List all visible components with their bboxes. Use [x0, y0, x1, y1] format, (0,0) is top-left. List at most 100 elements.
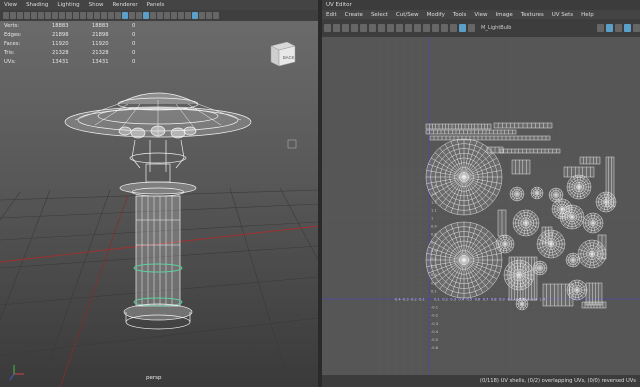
select-camera-icon[interactable] [3, 12, 9, 19]
camera-name-label: persp [146, 375, 162, 381]
gamma-icon[interactable] [185, 12, 191, 19]
uv-shells [425, 122, 617, 311]
texture-dropdown-icon[interactable] [468, 24, 475, 32]
uv-edge-icon[interactable] [351, 24, 358, 32]
hud-row-edges: Edges: 21898 21898 0 [4, 32, 136, 38]
uv-menu-edit[interactable]: Edit [326, 12, 337, 18]
dim-image-icon[interactable] [405, 24, 412, 32]
ambient-occlusion-icon[interactable] [150, 12, 156, 19]
uv-menu-modify[interactable]: Modify [427, 12, 445, 18]
exposure-icon[interactable] [178, 12, 184, 19]
uv-vertex-icon[interactable] [342, 24, 349, 32]
wireframe-icon[interactable] [80, 12, 86, 19]
uv-shell-disc [565, 252, 581, 268]
motion-blur-icon[interactable] [157, 12, 163, 19]
view-cube[interactable]: BACK [268, 40, 298, 68]
field-chart-icon[interactable] [59, 12, 65, 19]
xray-icon[interactable] [129, 12, 135, 19]
texture-toggle-icon[interactable] [459, 24, 466, 32]
uv-menu-create[interactable]: Create [345, 12, 363, 18]
hud-row-verts: Verts: 18883 18883 0 [4, 23, 136, 29]
uv-canvas[interactable]: 1.4 1.3 1.2 1.1 1 0.9 0.8 0.7 0.6 0.5 0.4 0.3 0.2 0.1… [322, 37, 640, 375]
camera-attributes-icon[interactable] [10, 12, 16, 19]
uv-shell-strip [579, 156, 601, 165]
uv-editor-panel: UV Editor Edit Create Select Cut/Sew Mod… [322, 0, 640, 387]
uv-layout[interactable]: 1.41.31.21.110.90.80.70.60.50.40.30.20.1… [322, 37, 640, 375]
gate-mask-icon[interactable] [52, 12, 58, 19]
uv-shell-icon[interactable] [333, 24, 340, 32]
uv-menu-select[interactable]: Select [371, 12, 388, 18]
uv-shell-disc [548, 187, 564, 203]
uv-shell-strip [541, 226, 553, 244]
image-plane-icon[interactable] [24, 12, 30, 19]
isolate-select-icon[interactable] [143, 12, 149, 19]
viewport-menu-renderer[interactable]: Renderer [112, 2, 137, 8]
uv-menu-tools[interactable]: Tools [453, 12, 467, 18]
uv-shell-strip [499, 148, 561, 154]
snapshot-icon[interactable] [432, 24, 439, 32]
rgb-channels-icon[interactable] [423, 24, 430, 32]
use-all-lights-icon[interactable] [108, 12, 114, 19]
uv-shell-disc [582, 212, 604, 234]
safe-action-icon[interactable] [66, 12, 72, 19]
hud-row-faces: Faces: 11920 11920 0 [4, 41, 136, 47]
uv-menu-uv-sets[interactable]: UV Sets [552, 12, 573, 18]
view-cube-label: BACK [283, 55, 295, 60]
uv-menu-textures[interactable]: Textures [521, 12, 544, 18]
color-management-toggle-icon[interactable] [597, 24, 604, 32]
uv-face-icon[interactable] [360, 24, 367, 32]
image-display-icon[interactable] [396, 24, 403, 32]
resolution-gate-icon[interactable] [45, 12, 51, 19]
color-management-icon[interactable] [192, 12, 198, 19]
grid-icon[interactable] [324, 24, 331, 32]
default-material-icon[interactable] [94, 12, 100, 19]
view-transform-icon[interactable] [206, 12, 212, 19]
v-tick-label: -0.4 [431, 330, 439, 334]
uv-menu-view[interactable]: View [474, 12, 487, 18]
safe-title-icon[interactable] [73, 12, 79, 19]
perspective-viewport[interactable]: View Shading Lighting Show Renderer Pane… [0, 0, 318, 387]
wireframe-on-shaded-icon[interactable] [122, 12, 128, 19]
smooth-shade-icon[interactable] [87, 12, 93, 19]
uv-shell-strip [425, 123, 492, 130]
distortion-icon[interactable] [387, 24, 394, 32]
grid-toggle-icon[interactable] [31, 12, 37, 19]
view-transform-toggle-icon[interactable] [606, 24, 613, 32]
channel-toggle-icon[interactable] [633, 24, 640, 32]
viewport-menu-shading[interactable]: Shading [26, 2, 48, 8]
depth-of-field-icon[interactable] [171, 12, 177, 19]
uv-shell-strip [486, 146, 504, 154]
panel-layout-icon[interactable] [213, 12, 219, 19]
u-tick-label: 0.1 [434, 298, 440, 302]
hud-icon[interactable] [199, 12, 205, 19]
shadows-icon[interactable] [115, 12, 121, 19]
viewport-menu-show[interactable]: Show [89, 2, 104, 8]
checker-icon[interactable] [378, 24, 385, 32]
viewport-menu-view[interactable]: View [4, 2, 17, 8]
film-gate-icon[interactable] [38, 12, 44, 19]
uv-menu-help[interactable]: Help [581, 12, 594, 18]
u-tick-label: 0.7 [483, 298, 489, 302]
uv-menu-cut-sew[interactable]: Cut/Sew [396, 12, 419, 18]
anti-aliasing-icon[interactable] [164, 12, 170, 19]
uv-border-icon[interactable] [441, 24, 448, 32]
uv-shell-strip [425, 129, 517, 135]
uv-shell-strip [493, 122, 553, 129]
bookmark-icon[interactable] [17, 12, 23, 19]
uv-menu-image[interactable]: Image [495, 12, 512, 18]
exposure-slider-icon[interactable] [450, 24, 457, 32]
gamma-field-icon[interactable] [615, 24, 622, 32]
xray-joints-icon[interactable] [136, 12, 142, 19]
uv-menu-bar: Edit Create Select Cut/Sew Modify Tools … [322, 10, 640, 19]
texture-name-field[interactable]: M_LightBulb [481, 25, 511, 31]
viewport-menu-panels[interactable]: Panels [147, 2, 165, 8]
viewport-menu-lighting[interactable]: Lighting [57, 2, 79, 8]
uv-shell-disc [512, 209, 540, 237]
u-tick-label: -0.1 [418, 298, 425, 302]
textured-icon[interactable] [101, 12, 107, 19]
exposure-toggle-icon[interactable] [624, 24, 631, 32]
uv-editor-title-bar: UV Editor [322, 0, 640, 10]
filter-icon[interactable] [414, 24, 421, 32]
shaded-uv-icon[interactable] [369, 24, 376, 32]
pivot-marker [287, 139, 297, 149]
